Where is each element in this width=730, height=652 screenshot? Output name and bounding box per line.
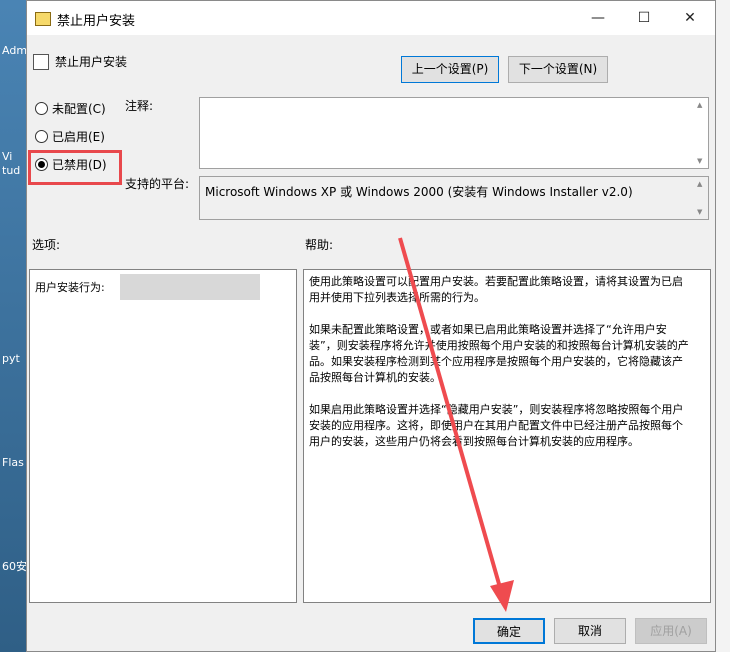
arrow-shaft xyxy=(398,237,505,599)
arrow-head xyxy=(490,580,514,612)
annotation-arrow xyxy=(398,237,514,612)
